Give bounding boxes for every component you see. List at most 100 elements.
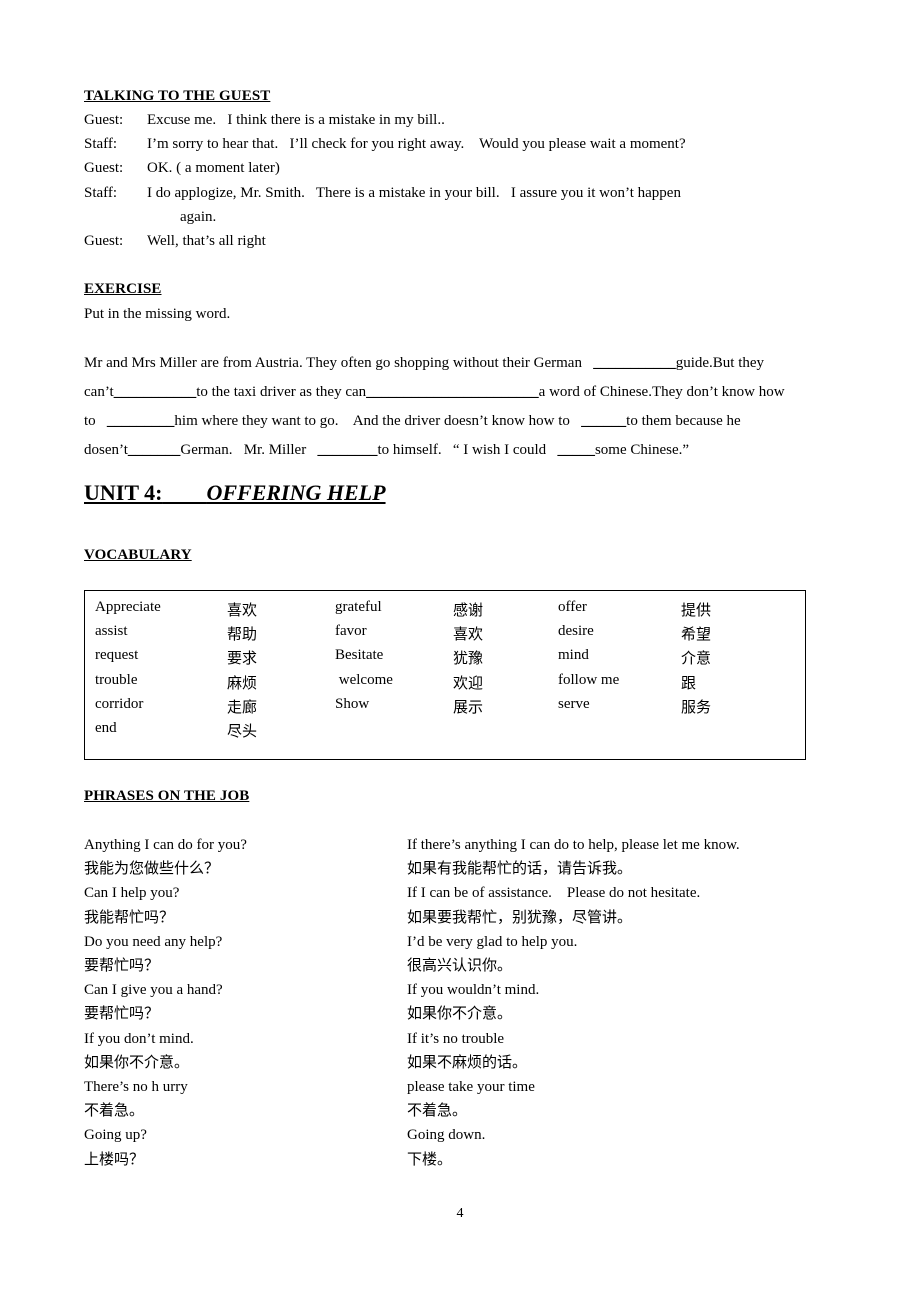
exercise-line: can’t___________to the taxi driver as th… [84,378,837,407]
phrase-left: 不着急。 [84,1103,145,1120]
vocab-term: grateful [335,599,382,615]
phrase-right: If there’s anything I can do to help, pl… [407,837,740,853]
unit-title-spacer [162,480,206,505]
phrase-left: Going up? [84,1127,147,1144]
vocab-term: Besitate [335,647,384,664]
exercise-blank[interactable]: ________ [317,442,377,458]
exercise-blank[interactable]: ______ [581,413,626,429]
vocab-term: desire [558,623,594,640]
vocab-translation: 尽头 [227,723,258,740]
dialogue-speaker: Guest: [84,160,124,177]
vocab-translation: 喜欢 [453,627,484,644]
page-number: 4 [456,1206,464,1221]
exercise-text: him where they want to go. And the drive… [174,413,582,429]
vocabulary-table-box: Appreciate 喜欢 grateful 感谢 offer 提供 assist 帮助 fav… [84,590,806,760]
phrase-right: If it’s no trouble [407,1030,505,1047]
phrase-row: 我能帮忙吗？ 如果要我帮忙，别犹豫，尽管讲。 [84,906,844,930]
vocab-translation [681,720,781,744]
vocab-term: Show [335,695,370,712]
phrase-right: I’d be very glad to help you. [407,933,578,950]
vocab-term: mind [558,647,589,664]
exercise-blank[interactable]: ___________ [114,384,197,400]
exercise-text: some Chinese.” [594,442,690,458]
vocab-translation: 欢迎 [453,675,484,692]
exercise-line: Mr and Mrs Miller are from Austria. They… [84,349,837,378]
phrase-row: Do you need any help? I’d be very glad to… [84,930,844,954]
vocabulary-row: Appreciate 喜欢 grateful 感谢 offer 提供 [95,599,781,623]
vocab-term: request [95,647,139,664]
phrase-row: 要帮忙吗？ 如果你不介意。 [84,1002,844,1026]
phrase-row: Anything I can do for you? If there’s any… [84,833,844,857]
dialogue-line: Guest: OK. ( a moment later) [84,156,844,180]
dialogue-line: Guest: Well, that’s all right [84,229,844,253]
phrase-row: If you don’t mind. If it’s no trouble [84,1027,844,1051]
vocab-term: follow me [558,671,620,688]
vocab-term: end [95,719,117,736]
dialogue-text: I’m sorry to hear that. I’ll check for y… [147,136,686,153]
vocab-term [335,720,453,744]
exercise-blank[interactable]: _______________________ [366,384,539,400]
unit-title: UNIT 4: OFFERING HELP [84,480,386,506]
phrase-right: 不着急。 [407,1103,468,1120]
dialogue-line: Staff: I’m sorry to hear that. I’ll check… [84,132,844,156]
vocab-term: favor [335,623,367,640]
exercise-text: can’t [84,384,114,400]
dialogue-text: OK. ( a moment later) [147,160,280,177]
vocab-term: trouble [95,671,138,688]
phrase-left: If you don’t mind. [84,1030,194,1047]
phrase-right: 如果要我帮忙，别犹豫，尽管讲。 [407,909,633,926]
vocab-term [558,720,681,744]
exercise-text: German. Mr. Miller [180,442,318,458]
exercise-text: guide.But they [675,355,765,371]
vocab-term: assist [95,623,128,640]
dialogue-line: Staff: I do applogize, Mr. Smith. There i… [84,181,844,205]
unit-label: UNIT 4: [84,480,163,505]
exercise-text: dosen’t [84,442,128,458]
dialogue-text: I do applogize, Mr. Smith. There is a mi… [147,184,681,201]
vocab-translation: 跟 [681,675,697,692]
vocabulary-row: trouble 麻烦 welcome 欢迎 follow me 跟 [95,672,781,696]
exercise-blank[interactable]: _______ [128,442,181,458]
vocab-translation: 喜欢 [227,603,258,619]
phrase-left: Do you need any help? [84,933,223,950]
phrase-right: 如果有我能帮忙的话，请告诉我。 [407,861,633,878]
phrase-left: There’s no h urry [84,1079,188,1096]
vocabulary-row: corridor 走廊 Show 展示 serve 服务 [95,696,781,720]
vocab-translation: 服务 [681,699,712,716]
vocab-translation: 犹豫 [453,651,484,668]
exercise-paragraph: Mr and Mrs Miller are from Austria. They… [84,349,837,465]
phrase-left: Can I give you a hand? [84,982,223,999]
phrase-left: Can I help you? [84,885,180,902]
vocab-translation: 提供 [681,603,712,619]
dialogue-line: Guest: Excuse me. I think there is a mist… [84,108,844,132]
phrase-left: 要帮忙吗？ [84,1006,160,1023]
vocabulary-row: request 要求 Besitate 犹豫 mind 介意 [95,647,781,671]
vocab-term: welcome [335,671,393,688]
phrase-row: 我能为您做些什么？ 如果有我能帮忙的话，请告诉我。 [84,857,844,881]
phrase-right: Going down. [407,1127,486,1144]
phrase-row: There’s no h urry please take your time [84,1075,844,1099]
phrase-row: Can I help you? If I can be of assistance… [84,881,844,905]
exercise-line: to _________him where they want to go. A… [84,407,837,436]
phrase-right: If I can be of assistance. Please do not… [407,885,701,902]
vocab-translation: 感谢 [453,603,484,619]
exercise-blank[interactable]: ___________ [593,355,676,371]
dialogue-block: Guest: Excuse me. I think there is a mist… [84,108,844,253]
exercise-blank[interactable]: _________ [107,413,175,429]
phrase-left: 如果你不介意。 [84,1054,190,1071]
vocab-translation: 走廊 [227,699,258,716]
phrase-row: Can I give you a hand? If you wouldn’t mi… [84,978,844,1002]
talking-to-guest-heading: TALKING TO THE GUEST [84,88,271,104]
exercise-heading: EXERCISE [84,281,162,297]
phrase-left: 我能帮忙吗？ [84,909,175,926]
exercise-line: dosen’t_______German. Mr. Miller _______… [84,436,837,465]
exercise-blank[interactable]: _____ [557,442,595,458]
exercise-text: a word of Chinese.They don’t know how [538,384,785,400]
exercise-text: to himself. “ I wish I could [377,442,558,458]
phrase-row: Going up? Going down. [84,1123,844,1147]
vocabulary-row: end 尽头 [95,720,781,744]
phrase-right: If you wouldn’t mind. [407,982,540,999]
phrase-right: 下楼。 [407,1151,453,1168]
exercise-text: to [84,413,107,429]
dialogue-speaker: Guest: [84,112,124,128]
